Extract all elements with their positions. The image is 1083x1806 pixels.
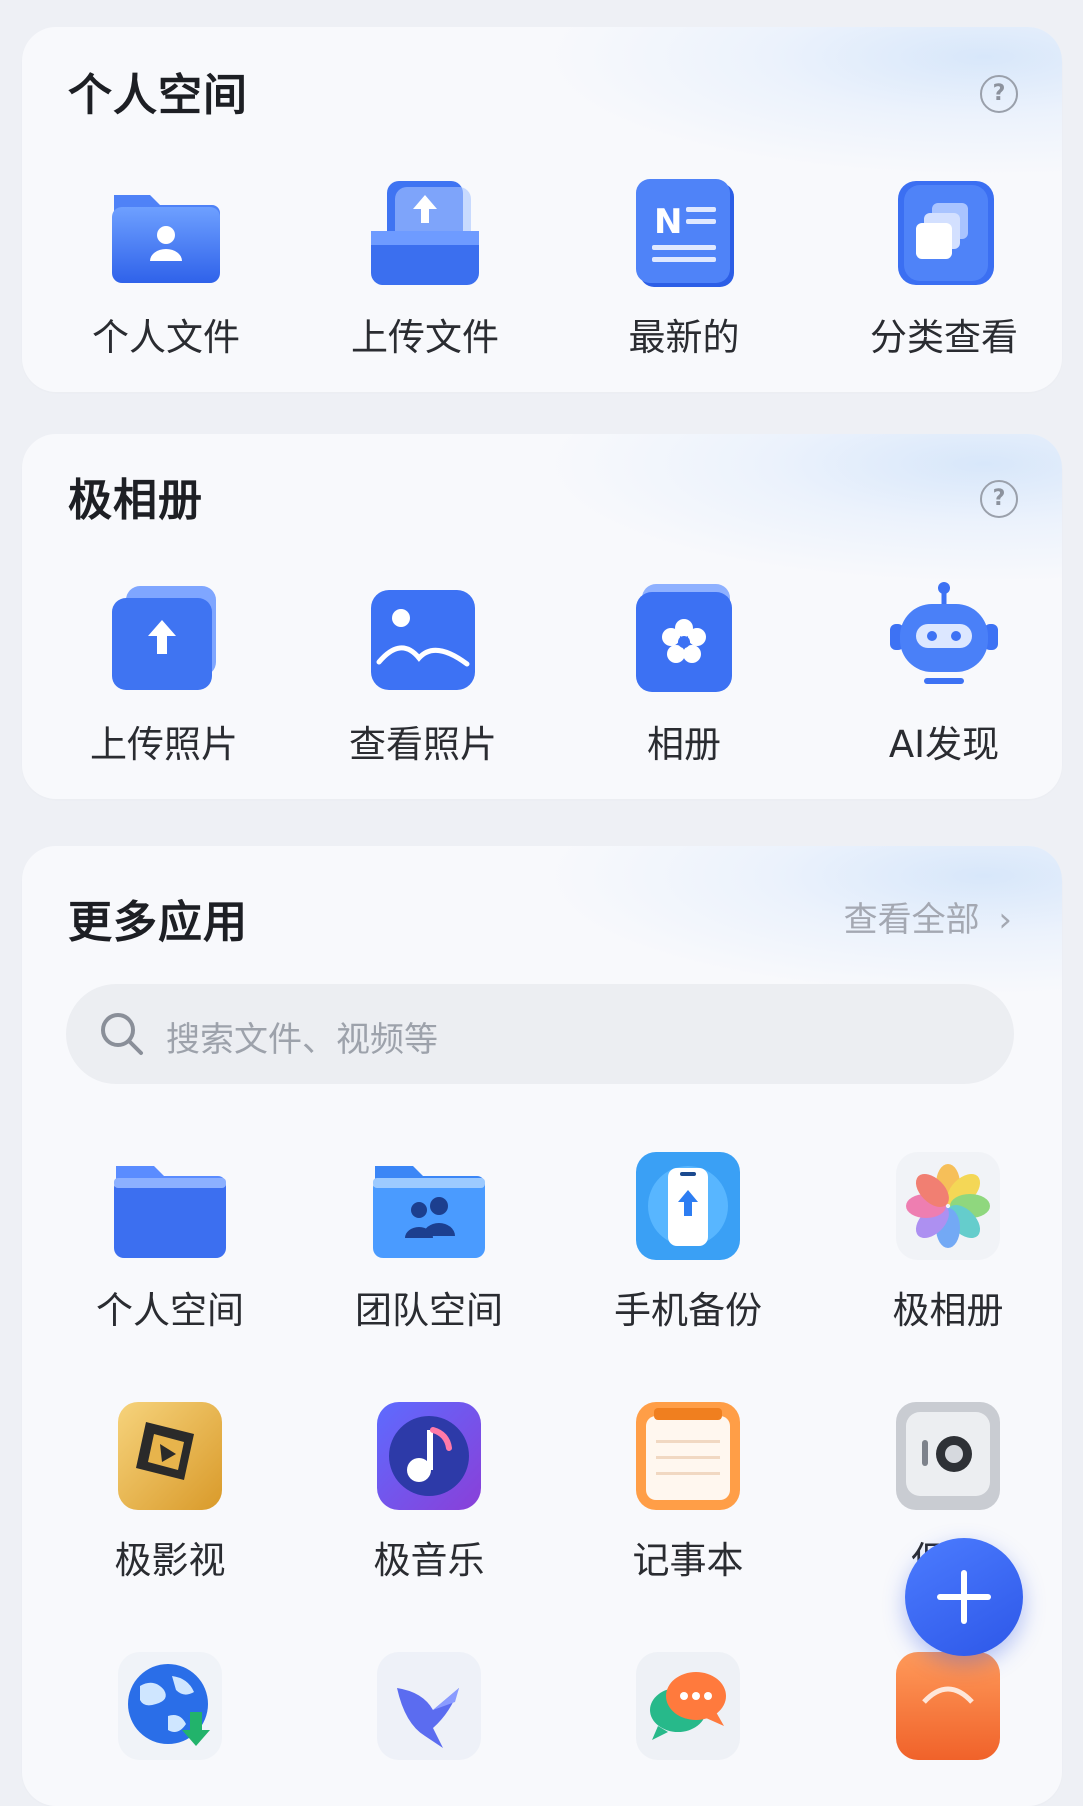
albums-label: 相册: [647, 723, 721, 766]
app-video[interactable]: 极影视: [50, 1396, 290, 1584]
search-placeholder: 搜索文件、视频等: [166, 1020, 438, 1060]
personal-space-card: 个人空间 ? 个人文件 上传文件 N 最新的 分类查看: [22, 27, 1062, 392]
ai-discover-button[interactable]: AI发现: [824, 580, 1062, 768]
chevron-right-icon: ›: [998, 900, 1012, 940]
view-photos-button[interactable]: 查看照片: [303, 580, 543, 768]
app-bird[interactable]: [309, 1646, 549, 1780]
app-notepad[interactable]: 记事本: [568, 1396, 808, 1584]
personal-files-label: 个人文件: [92, 316, 240, 359]
upload-tray-icon: [365, 173, 485, 293]
image-icon: [363, 580, 483, 700]
upload-photo-icon: [104, 580, 224, 700]
recent-button[interactable]: N 最新的: [564, 173, 804, 361]
more-apps-card: 更多应用 查看全部 › 搜索文件、视频等 个人空间 团队空间 手机备份 极相册 …: [22, 846, 1062, 1806]
app-phone-backup[interactable]: 手机备份: [568, 1146, 808, 1334]
help-icon[interactable]: ?: [980, 75, 1018, 113]
notebook-n-icon: N: [624, 173, 744, 293]
album-card: 极相册 ? 上传照片 查看照片 相册 AI发现: [22, 434, 1062, 799]
album-title: 极相册: [68, 475, 203, 526]
more-apps-title: 更多应用: [68, 897, 248, 948]
view-all-link[interactable]: 查看全部 ›: [844, 892, 1012, 941]
notepad-icon: [628, 1396, 748, 1516]
upload-files-button[interactable]: 上传文件: [305, 173, 545, 361]
view-photos-label: 查看照片: [349, 723, 497, 766]
personal-space-title: 个人空间: [68, 70, 248, 121]
blue-folder-icon: [110, 1146, 230, 1266]
recent-label: 最新的: [628, 316, 740, 359]
globe-download-icon: [110, 1646, 230, 1766]
app-music[interactable]: 极音乐: [309, 1396, 549, 1584]
view-all-label: 查看全部: [843, 900, 980, 940]
layers-icon: [884, 173, 1004, 293]
upload-photo-label: 上传照片: [90, 723, 238, 766]
upload-photo-button[interactable]: 上传照片: [44, 580, 284, 768]
phone-backup-icon: [628, 1146, 748, 1266]
app-label: 团队空间: [355, 1289, 503, 1332]
orange-app-icon: [888, 1646, 1008, 1766]
app-label: 极影视: [114, 1539, 226, 1582]
category-view-label: 分类查看: [870, 316, 1018, 359]
app-label: 手机备份: [614, 1289, 762, 1332]
albums-button[interactable]: 相册: [564, 580, 804, 768]
plus-icon: [937, 1570, 991, 1624]
search-icon: [98, 1010, 146, 1058]
app-orange[interactable]: [828, 1646, 1062, 1780]
app-globe-download[interactable]: [50, 1646, 290, 1780]
safe-icon: [888, 1396, 1008, 1516]
app-label: 个人空间: [96, 1289, 244, 1332]
personal-files-button[interactable]: 个人文件: [46, 173, 286, 361]
upload-files-label: 上传文件: [351, 316, 499, 359]
app-label: 极相册: [892, 1289, 1004, 1332]
team-folder-icon: [369, 1146, 489, 1266]
music-note-icon: [369, 1396, 489, 1516]
app-label: 极音乐: [373, 1539, 485, 1582]
svg-text:N: N: [654, 202, 682, 242]
photos-flower-icon: [888, 1146, 1008, 1266]
app-personal-space[interactable]: 个人空间: [50, 1146, 290, 1334]
help-icon[interactable]: ?: [980, 480, 1018, 518]
person-folder-icon: [106, 173, 226, 293]
film-icon: [110, 1396, 230, 1516]
add-button[interactable]: [905, 1538, 1023, 1656]
chat-bubbles-icon: [628, 1646, 748, 1766]
category-view-button[interactable]: 分类查看: [824, 173, 1062, 361]
app-team-space[interactable]: 团队空间: [309, 1146, 549, 1334]
app-chat[interactable]: [568, 1646, 808, 1780]
app-label: 记事本: [632, 1539, 744, 1582]
search-input[interactable]: 搜索文件、视频等: [66, 984, 1014, 1084]
bird-icon: [369, 1646, 489, 1766]
robot-icon: [884, 580, 1004, 700]
app-photo-album[interactable]: 极相册: [828, 1146, 1062, 1334]
ai-discover-label: AI发现: [888, 723, 1000, 766]
flower-album-icon: [624, 580, 744, 700]
